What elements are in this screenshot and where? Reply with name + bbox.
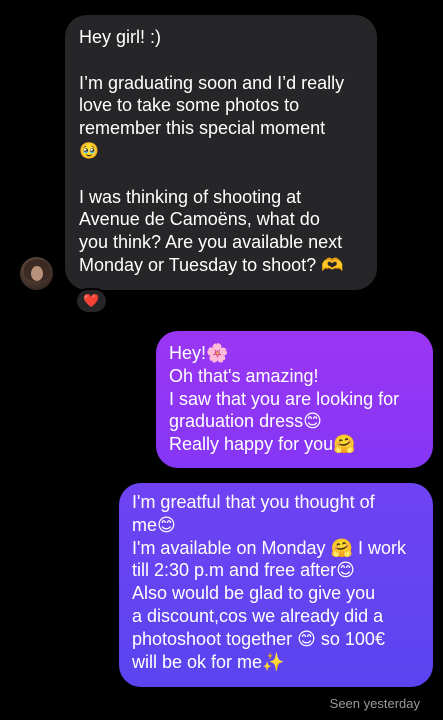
outgoing-message-bubble[interactable]: Hey!🌸 Oh that's amazing! I saw that you … [156, 331, 433, 468]
message-line: graduation dress😊 [169, 411, 322, 432]
incoming-message-bubble[interactable]: Hey girl! :) I’m graduating soon and I’d… [65, 15, 377, 290]
message-line: you think? Are you available next [79, 232, 343, 253]
avatar-face [31, 266, 43, 281]
outgoing-message-bubble[interactable]: I'm greatful that you thought of me😊 I'm… [119, 483, 433, 687]
message-line: Really happy for you🤗 [169, 434, 356, 455]
message-line: me😊 [132, 514, 176, 535]
message-line: remember this special moment [79, 118, 326, 139]
message-line: 🥹 [79, 140, 99, 160]
seen-status: Seen yesterday [329, 696, 420, 711]
message-line: will be ok for me✨ [132, 651, 285, 672]
message-line: Oh that's amazing! [169, 365, 319, 386]
heart-icon: ❤️ [83, 293, 100, 308]
message-line: I was thinking of shooting at [79, 186, 302, 207]
message-line: till 2:30 p.m and free after😊 [132, 560, 355, 581]
message-line: Hey!🌸 [169, 343, 229, 363]
message-line: Monday or Tuesday to shoot? 🫶 [79, 254, 344, 275]
message-line: I’m graduating soon and I’d really [79, 72, 345, 93]
message-line [79, 49, 363, 72]
message-line: Hey girl! :) [79, 27, 162, 47]
message-line: photoshoot together 😊 so 100€ [132, 628, 385, 649]
heart-reaction-icon[interactable]: ❤️ [75, 288, 108, 314]
contact-avatar[interactable] [20, 257, 53, 290]
message-line: love to take some photos to [79, 95, 300, 116]
message-line: I'm greatful that you thought of [132, 492, 375, 512]
message-line: a discount,cos we already did a [132, 605, 384, 626]
message-line: I saw that you are looking for [169, 388, 400, 409]
chat-thread: Hey girl! :) I’m graduating soon and I’d… [0, 0, 443, 720]
message-line: Also would be glad to give you [132, 583, 376, 604]
message-line: I'm available on Monday 🤗 I work [132, 537, 406, 558]
message-line: Avenue de Camoëns, what do [79, 209, 320, 230]
message-line [79, 163, 363, 186]
